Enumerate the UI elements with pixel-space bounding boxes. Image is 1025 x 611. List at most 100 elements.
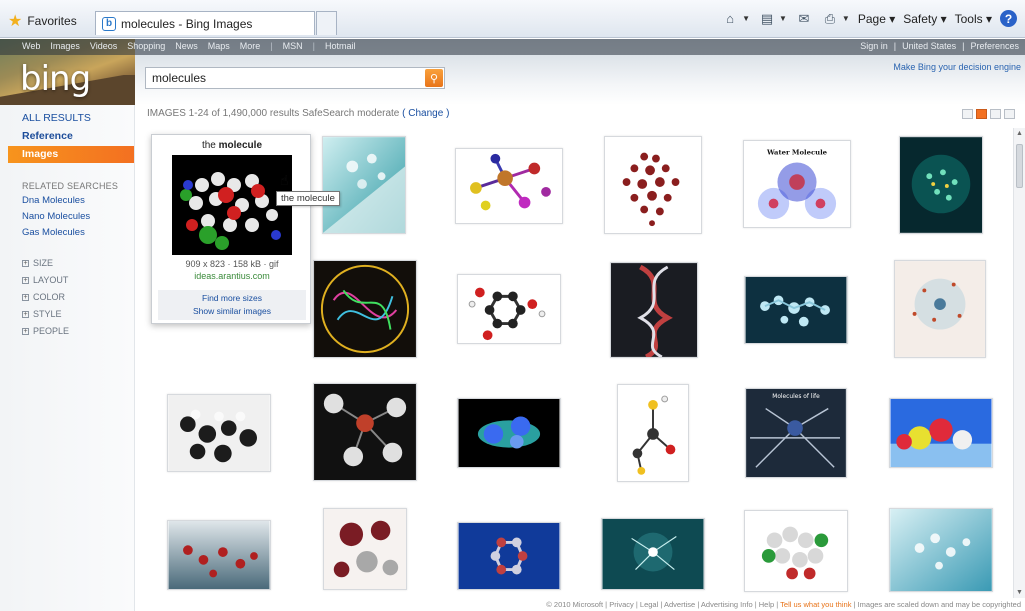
hover-image[interactable] [172, 155, 292, 255]
feeds-icon[interactable]: ▤ [758, 11, 776, 27]
scrollbar-thumb[interactable] [1016, 144, 1023, 188]
safety-menu[interactable]: Safety ▾ [903, 12, 946, 26]
home-dropdown-icon[interactable]: ▼ [742, 14, 750, 23]
tab-title: molecules - Bing Images [121, 16, 253, 31]
thumb-caption-molecules-of-life: Molecules of life [772, 394, 820, 400]
mail-icon[interactable]: ✉ [795, 11, 813, 27]
image-thumbnail[interactable] [457, 522, 561, 590]
related-search-link[interactable]: Dna Molecules [22, 195, 85, 206]
image-thumbnail[interactable] [617, 384, 689, 482]
help-icon[interactable]: ? [1000, 10, 1017, 27]
image-thumbnail[interactable] [894, 260, 986, 358]
favorites-button[interactable]: ★ Favorites [8, 11, 77, 31]
top-nav: Web Images Videos Shopping News Maps More | MSN |… [0, 39, 1025, 55]
find-more-sizes-link[interactable]: Find more sizes [158, 293, 306, 303]
search-box: ⚲ [145, 67, 445, 89]
image-hover-preview[interactable]: the molecule 909 x 823 · 158 kB · gif id… [151, 134, 311, 324]
view-size-toggle [962, 109, 1015, 119]
image-thumbnail[interactable] [322, 136, 406, 234]
image-thumbnail[interactable] [167, 520, 271, 590]
hover-title: the molecule [201, 140, 263, 151]
left-sidebar: ALL RESULTS Reference Images RELATED SEA… [0, 105, 135, 611]
image-thumbnail[interactable] [604, 136, 702, 234]
print-icon[interactable]: ⎙ [821, 11, 839, 27]
filter-size[interactable]: + SIZE [22, 258, 53, 268]
expand-icon: + [22, 259, 29, 267]
image-thumbnail[interactable] [313, 383, 417, 481]
search-button[interactable]: ⚲ [425, 69, 443, 87]
filter-color[interactable]: + COLOR [22, 292, 65, 302]
scroll-up-icon[interactable]: ▲ [1016, 130, 1023, 137]
images-link-selected[interactable]: Images [8, 146, 134, 163]
top-nav-videos[interactable]: Videos [90, 41, 117, 51]
page-menu[interactable]: Page ▾ [858, 12, 895, 26]
related-search-link[interactable]: Nano Molecules [22, 211, 90, 222]
feedback-link[interactable]: Tell us what you think [780, 600, 851, 609]
image-thumbnail[interactable] [889, 508, 993, 592]
new-tab-button[interactable] [316, 11, 337, 35]
browser-tab-active[interactable]: b molecules - Bing Images [95, 11, 315, 35]
all-results-link[interactable]: ALL RESULTS [22, 112, 91, 124]
home-icon[interactable]: ⌂ [721, 11, 739, 27]
image-thumbnail[interactable] [457, 274, 561, 344]
hover-actions: Find more sizes Show similar images [158, 290, 306, 320]
feeds-dropdown-icon[interactable]: ▼ [779, 14, 787, 23]
image-thumbnail[interactable] [601, 518, 705, 590]
hand-cursor-icon: ☝ [280, 172, 289, 188]
image-thumbnail[interactable]: Water Molecule [743, 140, 851, 228]
show-similar-images-link[interactable]: Show similar images [158, 306, 306, 316]
command-bar: ⌂ ▼ ▤ ▼ ✉ ⎙ ▼ Page ▾ Safety ▾ Tools ▾ ? [721, 10, 1017, 27]
hover-image-source-link[interactable]: ideas.arantius.com [152, 271, 312, 281]
related-search-link[interactable]: Gas Molecules [22, 227, 85, 238]
star-icon: ★ [8, 13, 23, 30]
tools-menu[interactable]: Tools ▾ [955, 12, 992, 26]
filter-layout[interactable]: + LAYOUT [22, 275, 68, 285]
print-dropdown-icon[interactable]: ▼ [842, 14, 850, 23]
image-tooltip: the molecule [276, 191, 340, 206]
preferences-link[interactable]: Preferences [970, 41, 1019, 51]
top-nav-images[interactable]: Images [50, 41, 80, 51]
reference-link[interactable]: Reference [22, 130, 73, 142]
filter-people[interactable]: + PEOPLE [22, 326, 69, 336]
top-nav-maps[interactable]: Maps [208, 41, 230, 51]
top-nav-links: Web Images Videos Shopping News Maps More | MSN |… [22, 41, 356, 51]
image-thumbnail[interactable] [899, 136, 983, 234]
expand-icon: + [22, 293, 29, 301]
sign-in-link[interactable]: Sign in [860, 41, 888, 51]
image-thumbnail[interactable] [457, 398, 561, 468]
image-thumbnail[interactable] [889, 398, 993, 468]
image-thumbnail[interactable] [313, 260, 417, 358]
image-thumbnail[interactable] [323, 508, 407, 590]
vertical-scrollbar[interactable]: ▲ ▼ [1013, 128, 1025, 598]
image-thumbnail[interactable] [744, 510, 848, 592]
image-thumbnail[interactable] [167, 394, 271, 472]
view-details-icon[interactable] [1004, 109, 1015, 119]
image-thumbnail[interactable] [455, 148, 563, 224]
top-nav-shopping[interactable]: Shopping [127, 41, 165, 51]
image-thumbnail[interactable] [744, 276, 848, 344]
view-large-icon[interactable] [990, 109, 1001, 119]
top-nav-web[interactable]: Web [22, 41, 40, 51]
top-nav-news[interactable]: News [175, 41, 198, 51]
view-small-icon[interactable] [962, 109, 973, 119]
tagline-link[interactable]: Make Bing your decision engine [893, 62, 1021, 72]
filter-style[interactable]: + STYLE [22, 309, 62, 319]
image-thumbnail[interactable]: Molecules of life [745, 388, 847, 478]
related-searches-heading: RELATED SEARCHES [22, 181, 119, 191]
expand-icon: + [22, 276, 29, 284]
view-medium-icon[interactable] [976, 109, 987, 119]
thumb-caption-water-molecule: Water Molecule [766, 149, 828, 157]
expand-icon: + [22, 327, 29, 335]
bing-favicon-icon: b [102, 16, 116, 31]
top-nav-hotmail[interactable]: Hotmail [325, 41, 356, 51]
scroll-down-icon[interactable]: ▼ [1016, 589, 1023, 596]
top-nav-msn[interactable]: MSN [283, 41, 303, 51]
search-input[interactable] [146, 68, 424, 88]
safesearch-change-link[interactable]: ( Change ) [402, 108, 449, 119]
image-thumbnail[interactable] [610, 262, 698, 358]
region-link[interactable]: United States [902, 41, 956, 51]
bing-logo[interactable]: bing [20, 59, 91, 99]
hover-image-meta: 909 x 823 · 158 kB · gif [185, 259, 279, 269]
top-nav-more[interactable]: More [240, 41, 261, 51]
browser-toolbar: ★ Favorites b molecules - Bing Images ⌂ ▼… [0, 0, 1025, 38]
